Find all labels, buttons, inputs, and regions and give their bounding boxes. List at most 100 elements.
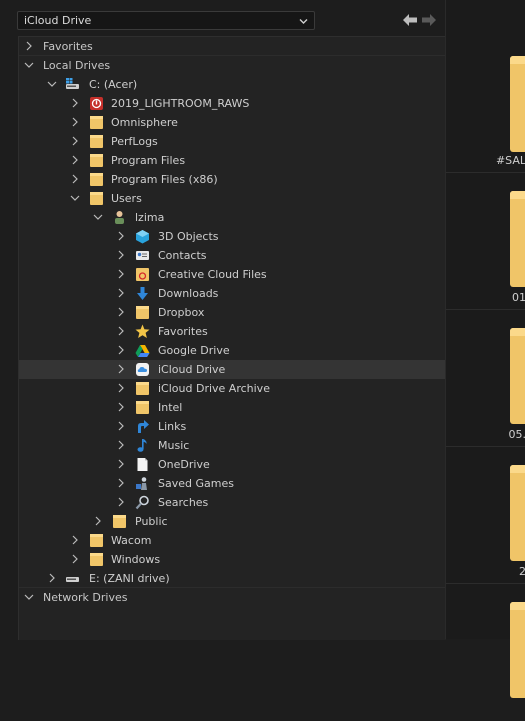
tree-item-label: Windows xyxy=(111,553,161,566)
preview-panel: #SAL 01 05. 2 xyxy=(445,0,525,698)
folder-icon xyxy=(90,534,103,547)
music-note-icon xyxy=(137,439,147,452)
tree-item-downloads[interactable]: Downloads xyxy=(19,284,446,303)
chevron-right-icon[interactable] xyxy=(116,478,126,488)
tree-item-wacom[interactable]: Wacom xyxy=(19,531,446,550)
preview-tile[interactable]: 05. xyxy=(446,310,525,447)
tree-item-label: E: (ZANI drive) xyxy=(89,572,170,585)
chevron-right-icon[interactable] xyxy=(70,117,80,127)
chevron-right-icon[interactable] xyxy=(116,345,126,355)
chevron-right-icon[interactable] xyxy=(70,554,80,564)
chevron-right-icon[interactable] xyxy=(116,250,126,260)
tree-item-label: Dropbox xyxy=(158,306,205,319)
tree-item-label: lzima xyxy=(135,211,165,224)
tree-item-label: Program Files xyxy=(111,154,186,167)
chevron-right-icon[interactable] xyxy=(116,288,126,298)
tree-item-3d-objects[interactable]: 3D Objects xyxy=(19,227,446,246)
tree-item-icloud-drive-archive[interactable]: iCloud Drive Archive xyxy=(19,379,446,398)
chevron-right-icon[interactable] xyxy=(116,269,126,279)
section-label: Favorites xyxy=(43,40,93,53)
chevron-right-icon[interactable] xyxy=(116,326,126,336)
back-arrow-icon[interactable] xyxy=(403,14,417,26)
tree-item-creative-cloud-files[interactable]: Creative Cloud Files xyxy=(19,265,446,284)
tree-item-public[interactable]: Public xyxy=(19,512,446,531)
preview-tile[interactable]: #SAL xyxy=(446,36,525,173)
chevron-right-icon[interactable] xyxy=(116,402,126,412)
tree-item-label: Creative Cloud Files xyxy=(158,268,267,281)
tree-item-folder[interactable]: Omnisphere xyxy=(19,113,446,132)
chevron-right-icon[interactable] xyxy=(70,174,80,184)
tree-item-drive-e[interactable]: E: (ZANI drive) xyxy=(19,569,446,588)
cloud-icon xyxy=(136,363,149,376)
tree-item-favorites[interactable]: Favorites xyxy=(19,322,446,341)
chevron-down-icon[interactable] xyxy=(93,212,103,222)
creative-cloud-folder-icon xyxy=(136,268,149,281)
magnifier-icon xyxy=(135,495,149,510)
chevron-right-icon[interactable] xyxy=(116,383,126,393)
chevron-right-icon[interactable] xyxy=(93,516,103,526)
tree-item-label: Searches xyxy=(158,496,209,509)
lightroom-folder-icon xyxy=(90,97,103,110)
preview-caption: 01 xyxy=(512,291,525,304)
chevron-right-icon[interactable] xyxy=(70,136,80,146)
location-dropdown-value: iCloud Drive xyxy=(24,14,92,27)
chevron-right-icon[interactable] xyxy=(24,41,34,51)
chevron-down-icon[interactable] xyxy=(24,60,34,70)
tree-item-label: Public xyxy=(135,515,168,528)
forward-arrow-icon[interactable] xyxy=(422,14,436,26)
drive-icon xyxy=(66,577,79,582)
tree-item-intel[interactable]: Intel xyxy=(19,398,446,417)
tree-section-network-drives[interactable]: Network Drives xyxy=(19,588,446,607)
top-bar: iCloud Drive xyxy=(0,0,445,36)
tree-item-dropbox[interactable]: Dropbox xyxy=(19,303,446,322)
location-dropdown[interactable]: iCloud Drive xyxy=(17,11,315,30)
tree-item-label: Saved Games xyxy=(158,477,234,490)
tree-item-google-drive[interactable]: Google Drive xyxy=(19,341,446,360)
tree-item-windows[interactable]: Windows xyxy=(19,550,446,569)
chevron-right-icon[interactable] xyxy=(116,421,126,431)
chevron-down-icon[interactable] xyxy=(47,79,57,89)
tree-item-links[interactable]: Links xyxy=(19,417,446,436)
preview-tile[interactable] xyxy=(446,584,525,721)
tree-item-icloud-drive[interactable]: iCloud Drive xyxy=(19,360,446,379)
preview-tile[interactable]: 2 xyxy=(446,447,525,584)
chevron-right-icon[interactable] xyxy=(70,155,80,165)
tree-item-folder[interactable]: Program Files (x86) xyxy=(19,170,446,189)
chevron-down-icon[interactable] xyxy=(24,592,34,602)
folder-icon xyxy=(136,401,149,414)
tree-item-label: Google Drive xyxy=(158,344,230,357)
preview-tile[interactable]: 01 xyxy=(446,173,525,310)
tree-item-onedrive[interactable]: OneDrive xyxy=(19,455,446,474)
folder-icon xyxy=(136,382,149,395)
chevron-right-icon[interactable] xyxy=(116,459,126,469)
tree-item-folder[interactable]: 2019_LIGHTROOM_RAWS xyxy=(19,94,446,113)
tree-item-saved-games[interactable]: Saved Games xyxy=(19,474,446,493)
tree-item-folder[interactable]: Users xyxy=(19,189,446,208)
game-piece-icon xyxy=(136,477,147,490)
section-label: Local Drives xyxy=(43,59,111,72)
google-drive-icon xyxy=(135,345,150,357)
tree-item-searches[interactable]: Searches xyxy=(19,493,446,512)
chevron-right-icon[interactable] xyxy=(116,307,126,317)
tree-item-user[interactable]: lzima xyxy=(19,208,446,227)
chevron-right-icon[interactable] xyxy=(47,573,57,583)
chevron-right-icon[interactable] xyxy=(116,364,126,374)
chevron-right-icon[interactable] xyxy=(116,440,126,450)
preview-caption: 05. xyxy=(508,428,525,441)
chevron-right-icon[interactable] xyxy=(70,98,80,108)
tree-item-folder[interactable]: PerfLogs xyxy=(19,132,446,151)
tree-section-favorites[interactable]: Favorites xyxy=(19,37,446,56)
tree-item-label: 2019_LIGHTROOM_RAWS xyxy=(111,97,250,110)
tree-section-local-drives[interactable]: Local Drives xyxy=(19,56,446,75)
chevron-right-icon[interactable] xyxy=(70,535,80,545)
tree-item-music[interactable]: Music xyxy=(19,436,446,455)
tree-item-folder[interactable]: Program Files xyxy=(19,151,446,170)
chevron-right-icon[interactable] xyxy=(116,497,126,507)
user-icon xyxy=(115,211,124,224)
tree-item-label: Contacts xyxy=(158,249,207,262)
folder-thumbnail xyxy=(510,465,525,561)
chevron-down-icon[interactable] xyxy=(70,193,80,203)
tree-item-contacts[interactable]: Contacts xyxy=(19,246,446,265)
chevron-right-icon[interactable] xyxy=(116,231,126,241)
tree-item-drive-c[interactable]: C: (Acer) xyxy=(19,75,446,94)
